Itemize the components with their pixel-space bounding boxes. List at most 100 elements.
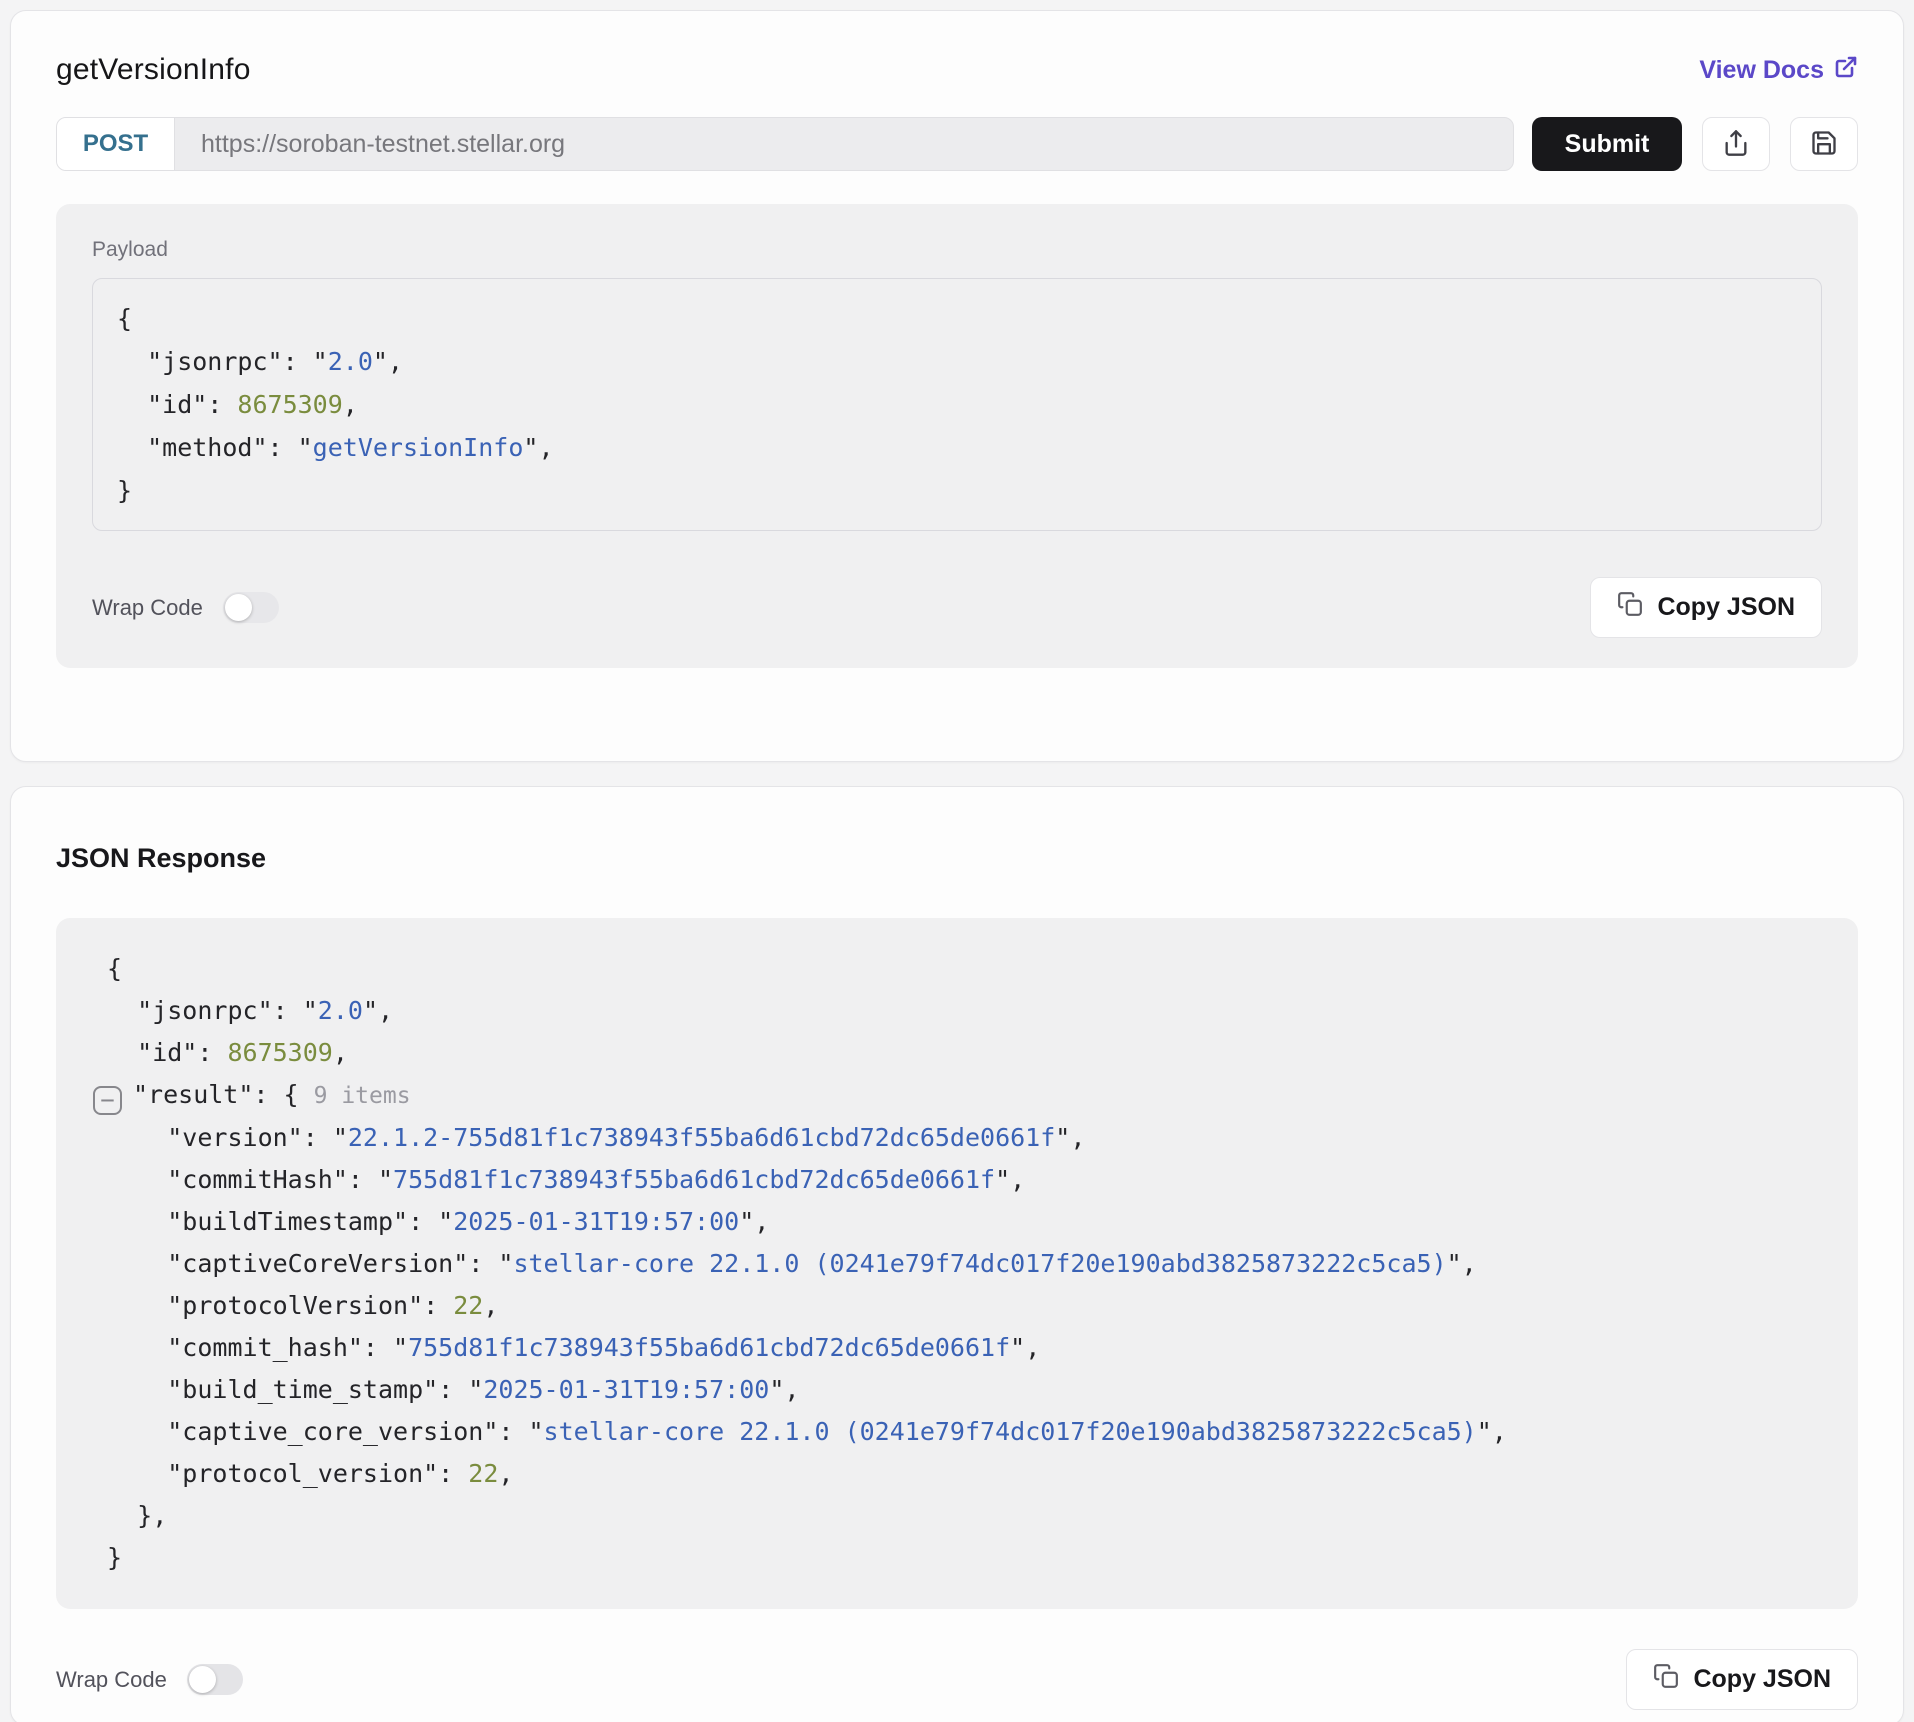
submit-button[interactable]: Submit xyxy=(1532,117,1682,171)
copy-icon xyxy=(1653,1663,1679,1696)
code-line: } xyxy=(92,1537,1822,1579)
code-line: { xyxy=(92,948,1822,990)
json-text: "jsonrpc": " xyxy=(117,347,328,376)
json-text: ", xyxy=(373,347,403,376)
code-line: { xyxy=(117,297,1797,340)
json-text: ", xyxy=(1010,1333,1040,1362)
save-button[interactable] xyxy=(1790,117,1858,171)
share-icon xyxy=(1722,129,1750,160)
json-string-value: 22.1.2-755d81f1c738943f55ba6d61cbd72dc65… xyxy=(348,1123,1055,1152)
code-line: "captive_core_version": "stellar-core 22… xyxy=(92,1411,1822,1453)
code-line: "id": 8675309, xyxy=(92,1032,1822,1074)
json-text: } xyxy=(117,476,132,505)
json-string-value: 2.0 xyxy=(318,996,363,1025)
json-text: ", xyxy=(769,1375,799,1404)
url-group: POST xyxy=(56,117,1514,171)
json-text: , xyxy=(498,1459,513,1488)
share-button[interactable] xyxy=(1702,117,1770,171)
copy-json-label: Copy JSON xyxy=(1693,1665,1831,1694)
json-text: "protocol_version": xyxy=(92,1459,468,1488)
json-text: "captiveCoreVersion": " xyxy=(92,1249,513,1278)
wrap-code-control: Wrap Code xyxy=(92,592,279,623)
external-link-icon xyxy=(1834,55,1858,86)
code-line: "buildTimestamp": "2025-01-31T19:57:00", xyxy=(92,1201,1822,1243)
json-text: "id": xyxy=(117,390,237,419)
response-code-block: { "jsonrpc": "2.0", "id": 8675309,−"resu… xyxy=(92,948,1822,1579)
json-text: { xyxy=(117,304,132,333)
json-text: "commitHash": " xyxy=(92,1165,393,1194)
copy-json-button[interactable]: Copy JSON xyxy=(1626,1649,1858,1710)
toggle-knob xyxy=(189,1666,216,1693)
json-text: } xyxy=(92,1543,122,1572)
json-text: ", xyxy=(1447,1249,1477,1278)
json-text: "captive_core_version": " xyxy=(92,1417,544,1446)
payload-code-block[interactable]: { "jsonrpc": "2.0", "id": 8675309, "meth… xyxy=(92,278,1822,531)
page-title: getVersionInfo xyxy=(56,53,251,87)
json-string-value: 2.0 xyxy=(328,347,373,376)
json-text: ", xyxy=(363,996,393,1025)
json-number-value: 8675309 xyxy=(227,1038,332,1067)
json-text: ", xyxy=(995,1165,1025,1194)
copy-icon xyxy=(1617,591,1643,624)
json-text: "jsonrpc": " xyxy=(92,996,318,1025)
json-text: "protocolVersion": xyxy=(92,1291,453,1320)
json-text: , xyxy=(343,390,358,419)
json-text: ", xyxy=(523,433,553,462)
json-text: "build_time_stamp": " xyxy=(92,1375,483,1404)
toggle-knob xyxy=(225,594,252,621)
json-text: "commit_hash": " xyxy=(92,1333,408,1362)
json-text: ", xyxy=(1055,1123,1085,1152)
items-count-badge: 9 items xyxy=(314,1083,411,1109)
code-line: "commit_hash": "755d81f1c738943f55ba6d61… xyxy=(92,1327,1822,1369)
json-string-value: stellar-core 22.1.0 (0241e79f74dc017f20e… xyxy=(513,1249,1446,1278)
json-text: "buildTimestamp": " xyxy=(92,1207,453,1236)
json-text: , xyxy=(333,1038,348,1067)
http-method-badge: POST xyxy=(57,118,175,170)
copy-json-label: Copy JSON xyxy=(1657,593,1795,622)
save-icon xyxy=(1810,129,1838,160)
request-bar: POST Submit xyxy=(56,117,1858,171)
code-line: "protocolVersion": 22, xyxy=(92,1285,1822,1327)
json-number-value: 22 xyxy=(453,1291,483,1320)
json-text: }, xyxy=(92,1501,167,1530)
code-line: "build_time_stamp": "2025-01-31T19:57:00… xyxy=(92,1369,1822,1411)
code-line: "captiveCoreVersion": "stellar-core 22.1… xyxy=(92,1243,1822,1285)
copy-json-button[interactable]: Copy JSON xyxy=(1590,577,1822,638)
json-number-value: 8675309 xyxy=(237,390,342,419)
wrap-code-toggle[interactable] xyxy=(223,592,279,623)
response-tools-row: Wrap Code Copy JSON xyxy=(56,1649,1858,1710)
wrap-code-control: Wrap Code xyxy=(56,1664,243,1695)
response-title: JSON Response xyxy=(56,843,1858,874)
response-card: JSON Response { "jsonrpc": "2.0", "id": … xyxy=(10,786,1904,1722)
payload-panel: Payload { "jsonrpc": "2.0", "id": 867530… xyxy=(56,204,1858,668)
code-line: "jsonrpc": "2.0", xyxy=(92,990,1822,1032)
json-text: , xyxy=(483,1291,498,1320)
json-number-value: 22 xyxy=(468,1459,498,1488)
code-line: "id": 8675309, xyxy=(117,383,1797,426)
json-text: { xyxy=(92,954,122,983)
json-text: ", xyxy=(739,1207,769,1236)
json-text: "version": " xyxy=(92,1123,348,1152)
view-docs-label: View Docs xyxy=(1699,56,1824,85)
json-string-value: 2025-01-31T19:57:00 xyxy=(453,1207,739,1236)
response-panel: { "jsonrpc": "2.0", "id": 8675309,−"resu… xyxy=(56,918,1858,1609)
json-text: ", xyxy=(1477,1417,1507,1446)
code-line: "version": "22.1.2-755d81f1c738943f55ba6… xyxy=(92,1117,1822,1159)
json-text: "method": " xyxy=(117,433,313,462)
code-line: "method": "getVersionInfo", xyxy=(117,426,1797,469)
request-card-header: getVersionInfo View Docs xyxy=(56,53,1858,87)
wrap-code-toggle[interactable] xyxy=(187,1664,243,1695)
url-input[interactable] xyxy=(175,118,1513,170)
payload-label: Payload xyxy=(92,238,1822,262)
code-line: }, xyxy=(92,1495,1822,1537)
wrap-code-label: Wrap Code xyxy=(56,1667,167,1693)
request-card: getVersionInfo View Docs POST Submit xyxy=(10,10,1904,762)
code-line: "protocol_version": 22, xyxy=(92,1453,1822,1495)
collapse-toggle-icon[interactable]: − xyxy=(93,1086,122,1115)
view-docs-link[interactable]: View Docs xyxy=(1699,55,1858,86)
json-string-value: 755d81f1c738943f55ba6d61cbd72dc65de0661f xyxy=(393,1165,995,1194)
json-text: "id": xyxy=(92,1038,227,1067)
wrap-code-label: Wrap Code xyxy=(92,595,203,621)
code-line: "commitHash": "755d81f1c738943f55ba6d61c… xyxy=(92,1159,1822,1201)
json-text: "result": { xyxy=(133,1080,314,1109)
